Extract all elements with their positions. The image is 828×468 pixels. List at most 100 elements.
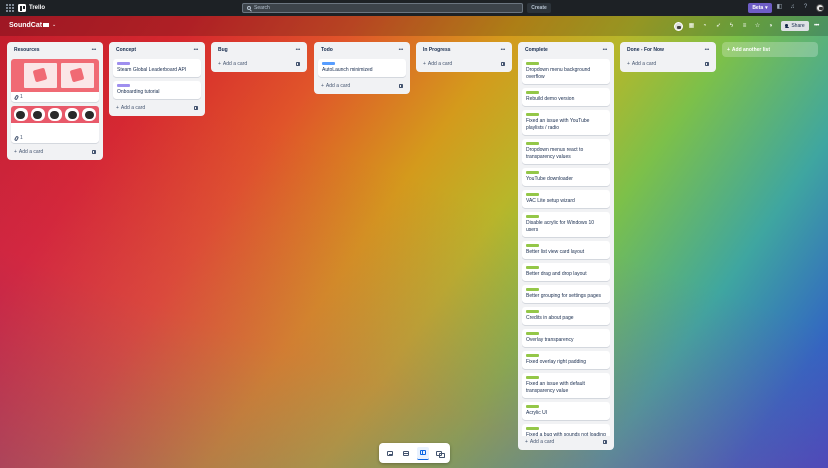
search-box[interactable] (242, 3, 523, 13)
switch-boards-button[interactable] (433, 447, 445, 459)
card-label[interactable] (526, 113, 539, 116)
card-template-icon[interactable] (501, 61, 505, 66)
card-template-icon[interactable] (296, 61, 300, 66)
card-label[interactable] (526, 91, 539, 94)
add-card-button[interactable]: + Add a card (627, 61, 656, 67)
card[interactable]: Acrylic UI (522, 402, 610, 420)
planner-button[interactable] (400, 447, 412, 459)
help-icon[interactable]: ? (802, 4, 809, 11)
list-title[interactable]: In Progress (423, 47, 451, 53)
card[interactable]: Disable acrylic for Windows 10 users (522, 212, 610, 237)
list-header[interactable]: Done - For Now ••• (624, 45, 712, 55)
bell-icon[interactable]: ♫ (789, 4, 796, 11)
add-card-button[interactable]: + Add a card (116, 105, 145, 111)
share-button[interactable]: Share (781, 21, 809, 31)
card-template-icon[interactable] (603, 439, 607, 444)
inbox-button[interactable] (384, 447, 396, 459)
card-template-icon[interactable] (705, 61, 709, 66)
card-label[interactable] (526, 62, 539, 65)
board-button[interactable] (416, 446, 429, 460)
card-label[interactable] (526, 332, 539, 335)
member-avatar[interactable] (674, 22, 683, 31)
megaphone-icon[interactable]: ◧ (776, 4, 783, 11)
card[interactable]: Better grouping for settings pages (522, 285, 610, 303)
card[interactable]: Fixed an issue with default transparency… (522, 373, 610, 398)
card-template-icon[interactable] (92, 149, 96, 154)
list-header[interactable]: Concept ••• (113, 45, 201, 55)
card[interactable]: Fixed a bug with sounds not loading in o… (522, 424, 610, 436)
list-menu-icon[interactable]: ••• (194, 47, 199, 53)
card-label[interactable] (526, 142, 539, 145)
list-header[interactable]: Complete ••• (522, 45, 610, 55)
card[interactable]: Fixed an issue with YouTube playlists / … (522, 110, 610, 135)
apps-grid-icon[interactable] (6, 4, 14, 12)
search-input[interactable] (254, 5, 504, 11)
card-label[interactable] (526, 193, 539, 196)
add-card-button[interactable]: + Add a card (218, 61, 247, 67)
list-menu-icon[interactable]: ••• (501, 47, 506, 53)
list-title[interactable]: Bug (218, 47, 228, 53)
card-label[interactable] (117, 84, 130, 87)
create-button[interactable]: Create (527, 3, 551, 13)
card-label[interactable] (526, 405, 539, 408)
card[interactable]: Better drag and drop layout (522, 263, 610, 281)
beta-button[interactable]: Beta ▾ (748, 3, 772, 13)
card[interactable]: Better list view card layout (522, 241, 610, 259)
list-title[interactable]: Complete (525, 47, 548, 53)
card[interactable]: Steam Global Leaderboard API (113, 59, 201, 77)
card[interactable]: Dropdown menus react to transparency val… (522, 139, 610, 164)
trello-logo[interactable]: Trello (18, 4, 45, 12)
card-label[interactable] (526, 376, 539, 379)
card[interactable]: Overlay transparency (522, 329, 610, 347)
card-label[interactable] (526, 266, 539, 269)
list-title[interactable]: Resources (14, 47, 40, 53)
list-title[interactable]: Todo (321, 47, 333, 53)
rocket-icon[interactable]: ➶ (715, 23, 722, 30)
add-card-button[interactable]: + Add a card (423, 61, 452, 67)
list-menu-icon[interactable]: ••• (399, 47, 404, 53)
card-resource-images[interactable]: 1 (11, 59, 99, 102)
card-label[interactable] (526, 354, 539, 357)
list-header[interactable]: Resources ••• (11, 45, 99, 55)
card-label[interactable] (526, 310, 539, 313)
card-label[interactable] (117, 62, 130, 65)
add-list-button[interactable]: + Add another list (722, 42, 818, 57)
card[interactable]: Rebuild demo version (522, 88, 610, 106)
card-label[interactable] (526, 288, 539, 291)
calendar-icon[interactable]: ▦ (688, 23, 695, 30)
card-label[interactable] (526, 244, 539, 247)
user-avatar[interactable] (816, 4, 824, 12)
card[interactable]: AutoLaunch minimized (318, 59, 406, 77)
card-template-icon[interactable] (399, 83, 403, 88)
list-menu-icon[interactable]: ••• (705, 47, 710, 53)
list-header[interactable]: Todo ••• (318, 45, 406, 55)
list-header[interactable]: In Progress ••• (420, 45, 508, 55)
visibility-icon[interactable]: ◑ (767, 23, 774, 30)
more-icon[interactable]: ••• (814, 23, 819, 29)
card[interactable]: VAC Lite setup wizard (522, 190, 610, 208)
add-card-button[interactable]: + Add a card (525, 439, 554, 445)
star-icon[interactable]: ☆ (754, 23, 761, 30)
add-card-button[interactable]: + Add a card (14, 149, 43, 155)
board-title[interactable]: SoundCat (9, 22, 42, 29)
lightning-icon[interactable]: ϟ (728, 23, 735, 30)
card-label[interactable] (526, 171, 539, 174)
card-template-icon[interactable] (194, 105, 198, 110)
card[interactable]: Fixed overlay right padding (522, 351, 610, 369)
card[interactable]: YouTube downloader (522, 168, 610, 186)
list-title[interactable]: Concept (116, 47, 136, 53)
list-header[interactable]: Bug ••• (215, 45, 303, 55)
add-card-button[interactable]: + Add a card (321, 83, 350, 89)
card-label[interactable] (322, 62, 335, 65)
list-cards-scroll[interactable]: Dropdown menu background overflow Rebuild… (522, 55, 610, 436)
card[interactable]: Onboarding tutorial (113, 81, 201, 99)
card-label[interactable] (526, 215, 539, 218)
list-menu-icon[interactable]: ••• (603, 47, 608, 53)
card-label[interactable] (526, 427, 539, 430)
filter-icon[interactable]: ≡ (741, 23, 748, 30)
board-view-icon[interactable] (43, 23, 49, 28)
card[interactable]: Credits in about page (522, 307, 610, 325)
list-menu-icon[interactable]: ••• (92, 47, 97, 53)
chevron-down-icon[interactable]: ⌄ (52, 22, 56, 28)
list-title[interactable]: Done - For Now (627, 47, 664, 53)
